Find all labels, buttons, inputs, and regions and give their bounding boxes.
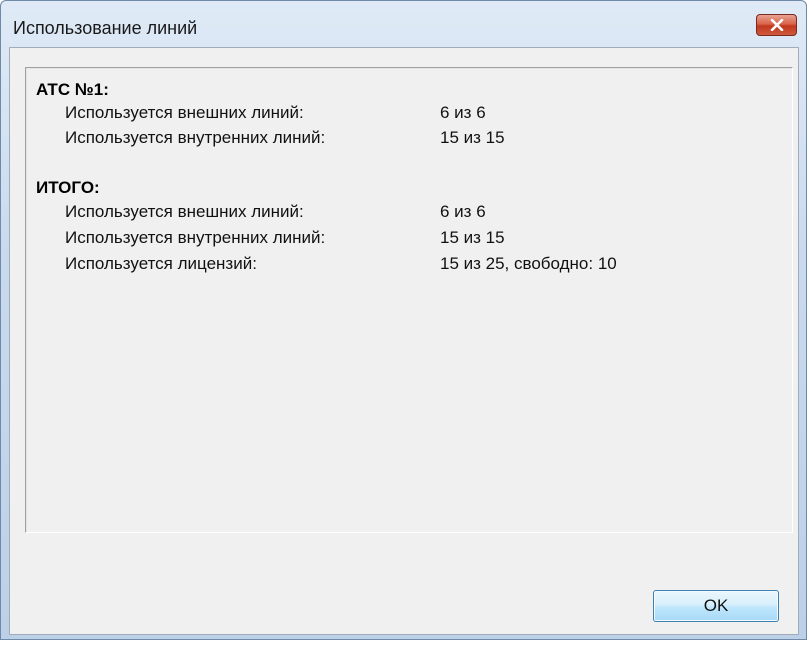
row-value-total-external: 6 из 6: [440, 202, 486, 221]
section-title-ats1: АТС №1:: [36, 80, 109, 99]
ok-button[interactable]: OK: [653, 590, 779, 622]
row-label-total-external: Используется внешних линий:: [65, 202, 304, 221]
row-value-ats1-external: 6 из 6: [440, 103, 486, 122]
row-label-total-licenses: Используется лицензий:: [65, 254, 257, 273]
usage-panel: АТС №1: Используется внешних линий: 6 из…: [25, 67, 793, 533]
row-label-total-internal: Используется внутренних линий:: [65, 228, 326, 247]
close-button[interactable]: [756, 14, 797, 36]
dialog-window: Использование линий АТС №1: Используется…: [0, 0, 807, 640]
close-icon: [770, 19, 783, 31]
row-label-ats1-external: Используется внешних линий:: [65, 103, 304, 122]
row-label-ats1-internal: Используется внутренних линий:: [65, 128, 326, 147]
section-title-total: ИТОГО:: [36, 178, 100, 197]
window-title: Использование линий: [13, 18, 198, 38]
row-value-ats1-internal: 15 из 15: [440, 128, 505, 147]
title-bar[interactable]: Использование линий: [1, 1, 806, 47]
row-value-total-internal: 15 из 15: [440, 228, 505, 247]
row-value-total-licenses: 15 из 25, свободно: 10: [440, 254, 617, 273]
